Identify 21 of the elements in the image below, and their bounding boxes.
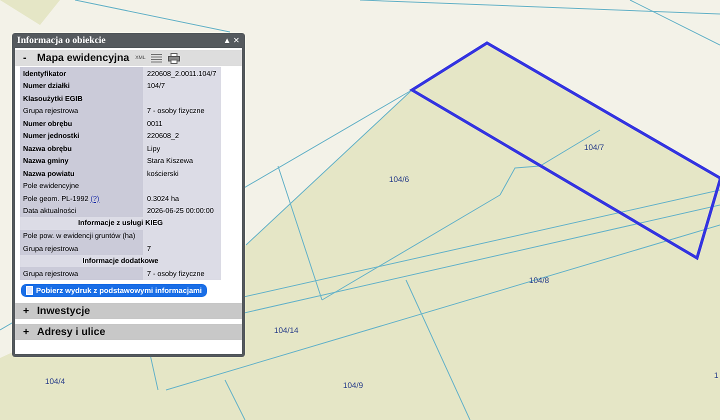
section-title: Mapa ewidencyjna — [37, 52, 130, 64]
parcel-label: 104/14 — [274, 326, 298, 335]
document-icon — [26, 286, 33, 294]
expand-toggle[interactable]: + — [23, 326, 31, 338]
panel-title: Informacja o obiekcie — [17, 36, 106, 46]
parcel-label: 104/4 — [45, 377, 66, 386]
window-control-button[interactable]: ✕ — [233, 36, 240, 44]
section-header[interactable]: + Inwestycje — [15, 302, 242, 318]
print-icon[interactable] — [168, 52, 180, 64]
parcel-label: 104/8 — [529, 276, 550, 285]
section-title: Inwestycje — [37, 304, 90, 316]
parcel-label: 104/9 — [343, 381, 364, 390]
parcel-label: 104/7 — [584, 143, 604, 152]
collapse-toggle[interactable]: - — [23, 52, 31, 64]
expand-toggle[interactable]: + — [23, 304, 31, 316]
list-icon[interactable] — [151, 53, 162, 63]
parcel-label: 1 — [714, 371, 718, 380]
window-control-button[interactable]: ▲ — [223, 36, 231, 44]
parcel-label: 104/6 — [389, 175, 410, 184]
section-header[interactable]: + Adresy i ulice — [15, 324, 242, 340]
section-title: Adresy i ulice — [37, 326, 106, 338]
